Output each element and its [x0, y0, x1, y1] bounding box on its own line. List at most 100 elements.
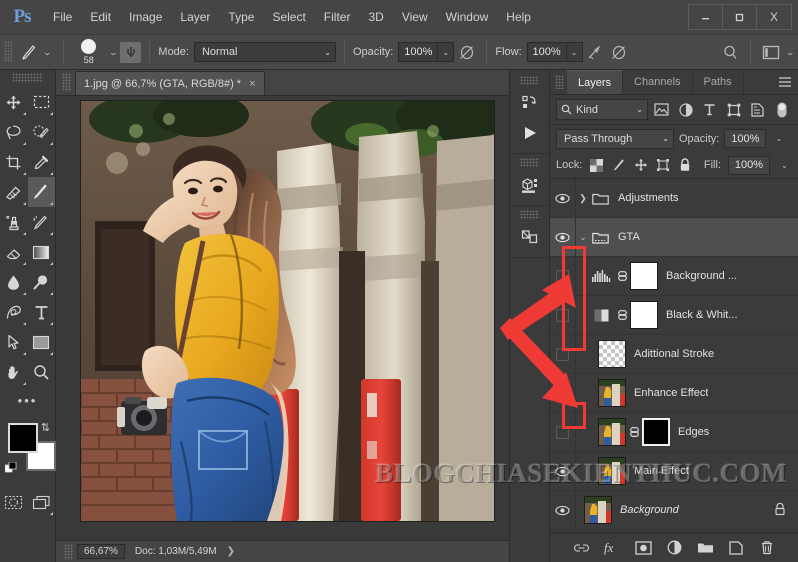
screen-mode-icon[interactable]: [28, 487, 56, 517]
layer-visibility-toggle[interactable]: [550, 413, 576, 451]
crop-tool[interactable]: [0, 147, 28, 177]
layer-visibility-toggle[interactable]: [550, 179, 576, 217]
marquee-tool[interactable]: [28, 87, 56, 117]
layer-thumbnail[interactable]: [598, 418, 626, 446]
layer-list[interactable]: ❯ Adjustments ⌄ GTA Background ... Black…: [550, 179, 798, 532]
lock-transparent-icon[interactable]: [589, 158, 604, 173]
layer-fill-caret[interactable]: ⌄: [777, 156, 792, 175]
menu-help[interactable]: Help: [497, 0, 540, 34]
layer-visibility-toggle[interactable]: [550, 296, 576, 334]
lasso-tool[interactable]: [0, 117, 28, 147]
menu-window[interactable]: Window: [437, 0, 498, 34]
brush-panel-caret[interactable]: ⌄: [103, 48, 124, 57]
dock-grip[interactable]: [520, 210, 539, 219]
layers-panel-grip[interactable]: [555, 75, 564, 89]
link-layers-icon[interactable]: [572, 539, 590, 557]
filter-type-icon[interactable]: [699, 99, 720, 120]
layer-visibility-toggle[interactable]: [550, 452, 576, 490]
hand-tool[interactable]: [0, 357, 28, 387]
layer-mask-thumbnail[interactable]: [642, 418, 670, 446]
add-mask-icon[interactable]: [634, 539, 652, 557]
status-expand-icon[interactable]: ❯: [227, 546, 235, 557]
pen-tool[interactable]: [0, 297, 28, 327]
blur-tool[interactable]: [0, 267, 28, 297]
layer-fill-input[interactable]: 100%: [728, 155, 770, 175]
history-panel-icon[interactable]: [510, 88, 549, 118]
canvas-viewport[interactable]: [56, 96, 509, 540]
brush-preset-caret[interactable]: ⌄: [37, 48, 58, 57]
link-mask-icon[interactable]: [626, 425, 642, 439]
blend-mode-select[interactable]: Normal ⌄: [193, 42, 336, 62]
filter-smart-icon[interactable]: [747, 99, 768, 120]
layer-thumbnail[interactable]: [584, 496, 612, 524]
filter-pixel-icon[interactable]: [651, 99, 672, 120]
tab-layers[interactable]: Layers: [567, 70, 624, 94]
filter-adjustment-icon[interactable]: [675, 99, 696, 120]
lock-position-icon[interactable]: [633, 158, 648, 173]
layer-style-fx-icon[interactable]: fx: [603, 539, 621, 557]
layer-visibility-toggle[interactable]: [550, 491, 576, 529]
tools-panel-grip[interactable]: [12, 73, 43, 83]
swap-colors-icon[interactable]: ⇅: [41, 421, 50, 434]
group-expand-arrow[interactable]: ❯: [576, 193, 590, 204]
search-icon[interactable]: [718, 40, 742, 64]
link-mask-icon[interactable]: [614, 308, 630, 322]
workspace-caret[interactable]: ⌄: [780, 48, 798, 57]
menu-select[interactable]: Select: [263, 0, 314, 34]
quick-selection-tool[interactable]: [28, 117, 56, 147]
menu-layer[interactable]: Layer: [171, 0, 219, 34]
edit-toolbar-button[interactable]: •••: [0, 387, 55, 413]
menu-image[interactable]: Image: [120, 0, 171, 34]
table-row[interactable]: Background: [550, 491, 798, 530]
tab-paths[interactable]: Paths: [693, 70, 744, 94]
table-row[interactable]: Black & Whit...: [550, 296, 798, 335]
menu-file[interactable]: File: [44, 0, 81, 34]
new-adjustment-icon[interactable]: [665, 539, 683, 557]
gradient-tool[interactable]: [28, 237, 56, 267]
maximize-button[interactable]: [723, 5, 757, 29]
tab-strip-grip[interactable]: [62, 73, 71, 91]
actions-play-icon[interactable]: [510, 118, 549, 148]
default-colors-icon[interactable]: [4, 461, 18, 478]
layer-thumbnail[interactable]: [598, 379, 626, 407]
eyedropper-tool[interactable]: [28, 147, 56, 177]
zoom-level[interactable]: 66,67%: [77, 544, 125, 559]
menu-edit[interactable]: Edit: [81, 0, 120, 34]
minimize-button[interactable]: [689, 5, 723, 29]
layer-visibility-toggle[interactable]: [550, 335, 576, 373]
options-bar-grip[interactable]: [4, 41, 13, 63]
smoothing-icon[interactable]: [607, 40, 631, 64]
close-button[interactable]: X: [757, 5, 791, 29]
quick-mask-icon[interactable]: [0, 487, 28, 517]
filter-toggle-icon[interactable]: [771, 99, 792, 120]
layer-blend-mode-select[interactable]: Pass Through ⌄: [556, 128, 674, 149]
delete-layer-icon[interactable]: [758, 539, 776, 557]
new-group-icon[interactable]: [696, 539, 714, 557]
opacity-input[interactable]: 100%: [398, 42, 439, 62]
table-row[interactable]: Background ...: [550, 257, 798, 296]
document-tab[interactable]: 1.jpg @ 66,7% (GTA, RGB/8#) * ×: [75, 71, 265, 95]
table-row[interactable]: Enhance Effect: [550, 374, 798, 413]
dock-grip[interactable]: [520, 76, 539, 85]
layer-thumbnail[interactable]: [598, 457, 626, 485]
layer-visibility-toggle[interactable]: [550, 374, 576, 412]
new-layer-icon[interactable]: [727, 539, 745, 557]
eraser-tool[interactable]: [0, 237, 28, 267]
table-row[interactable]: Edges: [550, 413, 798, 452]
lock-artboard-icon[interactable]: [655, 158, 670, 173]
table-row[interactable]: ⌄ GTA: [550, 218, 798, 257]
filter-shape-icon[interactable]: [723, 99, 744, 120]
link-mask-icon[interactable]: [614, 269, 630, 283]
layer-opacity-input[interactable]: 100%: [724, 129, 767, 148]
group-collapse-arrow[interactable]: ⌄: [576, 232, 590, 243]
airbrush-icon[interactable]: [583, 40, 607, 64]
layer-opacity-caret[interactable]: ⌄: [771, 129, 786, 148]
tab-channels[interactable]: Channels: [623, 70, 693, 94]
dodge-tool[interactable]: [28, 267, 56, 297]
history-brush-tool[interactable]: [28, 207, 56, 237]
menu-filter[interactable]: Filter: [315, 0, 360, 34]
type-tool[interactable]: [28, 297, 56, 327]
panel-menu-icon[interactable]: [772, 70, 798, 94]
layer-mask-thumbnail[interactable]: [630, 262, 658, 290]
zoom-tool[interactable]: [28, 357, 56, 387]
